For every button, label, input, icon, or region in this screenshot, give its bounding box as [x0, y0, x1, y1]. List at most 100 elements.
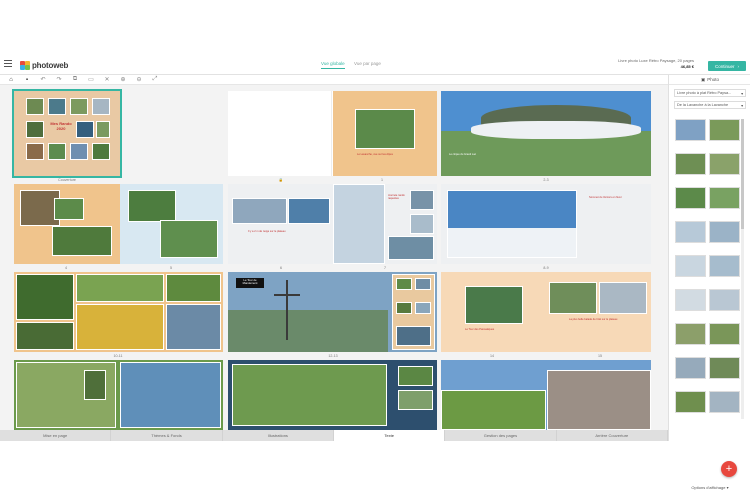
photo-slot[interactable] — [166, 274, 221, 302]
photo-slot[interactable] — [54, 198, 84, 220]
add-photo-button[interactable]: + — [721, 461, 737, 477]
photo-slot[interactable] — [547, 370, 651, 430]
spread-10-11[interactable] — [14, 272, 223, 352]
photo-slot[interactable] — [16, 322, 74, 350]
home-icon[interactable]: ⌂ — [3, 75, 19, 85]
photo-slot[interactable] — [415, 302, 431, 314]
photo-slot[interactable] — [48, 98, 66, 115]
tab-illustrations[interactable]: Illustrations — [223, 430, 334, 441]
text-block[interactable]: Le Lavanche, vue sur les Alpes — [357, 153, 415, 156]
photo-slot[interactable] — [76, 121, 94, 138]
photo-slot[interactable] — [232, 364, 387, 426]
spread-cover[interactable]: Mes Rando 2020 — [12, 89, 122, 178]
photo-slot[interactable] — [355, 109, 415, 149]
photo-thumbnail[interactable] — [675, 357, 706, 379]
photo-slot[interactable] — [84, 370, 106, 400]
photo-slot[interactable] — [415, 278, 431, 290]
photo-thumbnail[interactable] — [709, 289, 740, 311]
delete-icon[interactable]: ✕ — [99, 75, 115, 85]
spread-18-19[interactable] — [228, 360, 437, 430]
photo-slot[interactable] — [288, 198, 330, 224]
photo-slot[interactable] — [26, 143, 44, 160]
text-block[interactable]: Le Tour des Paravaliques — [465, 328, 525, 331]
photo-slot[interactable] — [398, 390, 433, 410]
photo-thumbnail[interactable] — [675, 255, 706, 277]
tab-global-view[interactable]: Vue globale — [321, 61, 345, 69]
photo-slot[interactable] — [398, 366, 433, 386]
photo-slot[interactable] — [599, 282, 647, 314]
paste-icon[interactable]: ▭ — [83, 75, 99, 85]
photo-thumbnail[interactable] — [709, 357, 740, 379]
photo-thumbnail[interactable] — [709, 119, 740, 141]
display-options[interactable]: Options d'affichage ▾ — [675, 485, 745, 490]
copy-icon[interactable]: ⧉ — [67, 75, 83, 85]
photo-slot[interactable] — [76, 274, 164, 302]
spread-20[interactable] — [441, 360, 651, 430]
photo-thumbnail[interactable] — [709, 153, 740, 175]
photo-thumbnail[interactable] — [709, 221, 740, 243]
photo-slot[interactable] — [396, 278, 412, 290]
cover-title[interactable]: Mes Rando 2020 — [50, 121, 72, 138]
menu-icon[interactable] — [4, 60, 12, 68]
photo-slot[interactable] — [26, 121, 44, 138]
photo-slot[interactable] — [465, 286, 523, 324]
photo-slot[interactable] — [96, 121, 110, 138]
spread-2-3[interactable]: Le cirque du Grand Lac — [441, 91, 651, 176]
spread-14-15[interactable]: Le Tour des Paravaliques La plus belle b… — [441, 272, 651, 352]
tab-back-cover[interactable]: Arrière Couverture — [557, 430, 668, 441]
zoom-in-icon[interactable]: ⊕ — [115, 75, 131, 85]
photo-thumbnail[interactable] — [675, 187, 706, 209]
tab-text[interactable]: Texte — [333, 430, 446, 441]
photo-slot[interactable] — [92, 98, 110, 115]
folder-select[interactable]: De la Lavanche à la Lavanche ▾ — [674, 101, 746, 109]
text-block[interactable]: La plus belle balade de l'été sur le pla… — [569, 318, 629, 321]
photo-thumbnail[interactable] — [675, 119, 706, 141]
photo-thumbnail[interactable] — [675, 289, 706, 311]
photo-thumbnail[interactable] — [709, 323, 740, 345]
photo-slot[interactable] — [441, 390, 546, 430]
photo-slot[interactable] — [48, 143, 66, 160]
tab-page-view[interactable]: Vue par page — [354, 61, 381, 66]
photo-thumbnail[interactable] — [675, 323, 706, 345]
text-block[interactable]: Il y a 2 m de neige sur le plateau — [248, 230, 318, 233]
spread-1[interactable]: Le Lavanche, vue sur les Alpes — [228, 91, 437, 176]
photo-thumbnail[interactable] — [675, 221, 706, 243]
photo-slot[interactable] — [232, 198, 287, 224]
photo-thumbnail[interactable] — [709, 391, 740, 413]
spread-8-9[interactable]: Sommet du Vercors en hiver — [441, 184, 651, 264]
text-block[interactable]: Le cirque du Grand Lac — [449, 153, 539, 156]
text-block[interactable]: Sommet du Vercors en hiver — [589, 196, 645, 199]
photo-slot[interactable] — [396, 302, 412, 314]
page-blank[interactable] — [228, 91, 332, 176]
photo-slot[interactable] — [410, 190, 434, 210]
spread-6-7[interactable]: Il y a 2 m de neige sur le plateau Journ… — [228, 184, 437, 264]
photoweb-logo[interactable]: photoweb — [20, 59, 68, 71]
photo-slot[interactable] — [26, 98, 44, 115]
undo-icon[interactable]: ↶ — [35, 75, 51, 85]
photo-slot[interactable] — [70, 143, 88, 160]
page-5[interactable] — [120, 184, 223, 264]
photo-thumbnail[interactable] — [675, 391, 706, 413]
page-1[interactable]: Le Lavanche, vue sur les Alpes — [333, 91, 437, 176]
photo-slot[interactable] — [396, 326, 431, 346]
album-select[interactable]: Livre photo à plat Rétro Paysa... ▾ — [674, 89, 746, 97]
save-icon[interactable]: ▪ — [19, 75, 35, 85]
photo-tab[interactable]: ▣ Photo — [669, 75, 750, 85]
tab-layout[interactable]: Mise en page — [0, 430, 112, 441]
photo-thumbnail[interactable] — [709, 255, 740, 277]
photo-slot[interactable] — [76, 304, 164, 350]
spread-16-17[interactable] — [14, 360, 223, 430]
photo-slot[interactable] — [160, 220, 218, 258]
continue-button[interactable]: Continuer › — [708, 61, 746, 71]
spread-4-5[interactable] — [14, 184, 223, 264]
text-block[interactable]: Le Tour de Mandement — [236, 278, 264, 288]
tab-themes[interactable]: Thèmes & Fonds — [111, 430, 223, 441]
spread-12-13[interactable]: Le Tour de Mandement — [228, 272, 437, 352]
redo-icon[interactable]: ↷ — [51, 75, 67, 85]
photo-thumbnail[interactable] — [675, 153, 706, 175]
photo-slot[interactable] — [16, 274, 74, 320]
photo-slot[interactable] — [333, 184, 385, 264]
panel-scrollbar[interactable] — [741, 119, 744, 419]
photo-slot[interactable] — [92, 143, 110, 160]
photo-slot[interactable] — [166, 304, 221, 350]
